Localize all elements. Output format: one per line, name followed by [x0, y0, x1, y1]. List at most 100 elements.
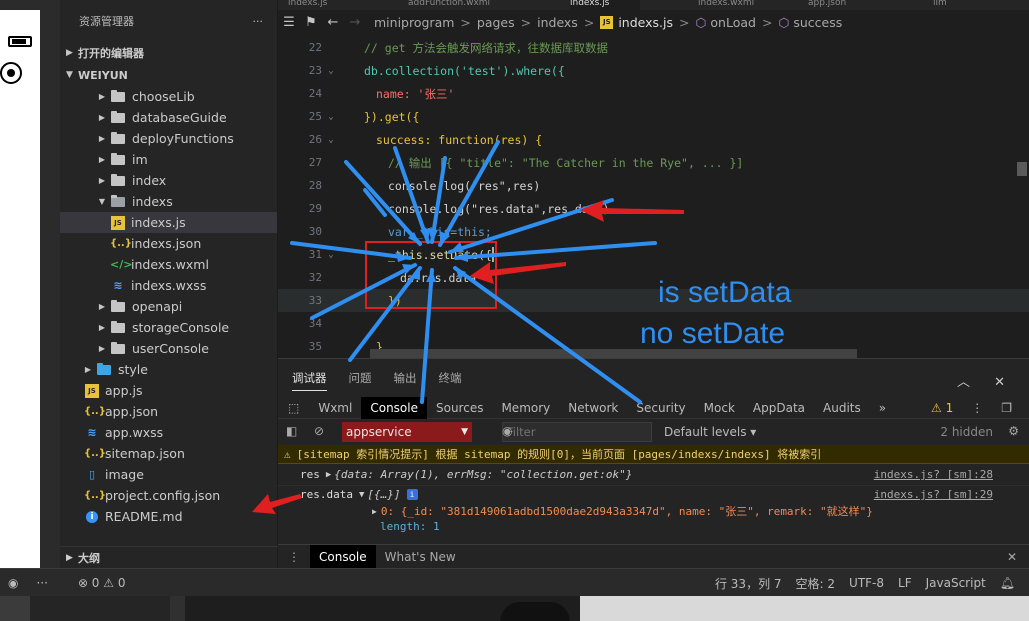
tree-folder[interactable]: ▶ userConsole — [60, 338, 277, 359]
drawer-menu-icon[interactable]: ⋮ — [278, 550, 310, 564]
code-line[interactable]: 24 name: '张三' — [278, 82, 1029, 105]
breadcrumb-item[interactable]: miniprogram — [374, 15, 454, 30]
console-log-row-expanded[interactable]: res.data ▼ [{…}] i indexs.js? [sm]:29 ▶ … — [278, 486, 1029, 533]
editor-tab-active[interactable]: indexs.js — [570, 0, 640, 10]
notification-bell-icon[interactable]: 🔔︎ — [1000, 576, 1015, 590]
code-line[interactable]: 27 // 输出 [{ "title": "The Catcher in the… — [278, 151, 1029, 174]
drawer-tab-whats-new[interactable]: What's New — [376, 545, 465, 569]
fold-chevron-icon[interactable]: ⌄ — [322, 66, 340, 76]
back-arrow-icon[interactable]: ← — [322, 15, 344, 30]
tab-sources[interactable]: Sources — [427, 397, 492, 419]
tree-folder[interactable]: ▼ indexs — [60, 191, 277, 212]
tree-file[interactable]: {..} app.json — [60, 401, 277, 422]
tab-problems[interactable]: 问题 — [349, 366, 372, 390]
tab-terminal[interactable]: 终端 — [439, 366, 462, 390]
code-line[interactable]: 23 ⌄ db.collection('test').where({ — [278, 59, 1029, 82]
tree-folder[interactable]: ▶ chooseLib — [60, 86, 277, 107]
sidebar-toggle-icon[interactable]: ◧ — [286, 424, 297, 438]
breadcrumb-item[interactable]: pages — [477, 15, 515, 30]
editor-tab[interactable]: lim — [933, 0, 963, 10]
fold-chevron-icon[interactable]: ⌄ — [322, 250, 340, 260]
inspect-element-icon[interactable]: ⬚ — [278, 397, 309, 419]
eye-icon[interactable]: ◉ — [502, 424, 512, 438]
tree-folder[interactable]: ▶ style — [60, 359, 277, 380]
code-line[interactable]: 30 var _this=this; — [278, 220, 1029, 243]
tree-file[interactable]: JS indexs.js — [60, 212, 277, 233]
tree-file[interactable]: {..} indexs.json — [60, 233, 277, 254]
simulator-screen[interactable] — [0, 10, 40, 570]
breadcrumb-item[interactable]: indexs — [537, 15, 578, 30]
drawer-tab-console[interactable]: Console — [310, 544, 376, 569]
editor-tab[interactable]: app.json — [808, 0, 868, 10]
code-line[interactable]: 25 ⌄ }).get({ — [278, 105, 1029, 128]
console-log-row[interactable]: res ▶ {data: Array(1), errMsg: "collecti… — [278, 464, 1029, 486]
tree-file[interactable]: ▯ image — [60, 464, 277, 485]
kebab-menu-icon[interactable]: ⋮ — [962, 397, 992, 419]
source-link[interactable]: indexs.js? [sm]:29 — [874, 488, 993, 501]
tree-folder[interactable]: ▶ databaseGuide — [60, 107, 277, 128]
close-icon[interactable]: ✕ — [994, 375, 1005, 390]
tab-mock[interactable]: Mock — [695, 397, 744, 419]
tab-console[interactable]: Console — [361, 396, 427, 419]
tree-folder[interactable]: ▶ index — [60, 170, 277, 191]
tab-security[interactable]: Security — [627, 397, 694, 419]
tree-folder[interactable]: ▶ im — [60, 149, 277, 170]
code-line[interactable]: 28 console.log("res",res) — [278, 174, 1029, 197]
editor-tab[interactable]: addFunction.wxml — [408, 0, 518, 10]
forward-arrow-icon[interactable]: → — [344, 15, 366, 30]
chevron-up-icon[interactable]: ︿ — [957, 375, 970, 390]
breadcrumb-item[interactable]: indexs.js — [618, 15, 673, 30]
indentation[interactable]: 空格: 2 — [796, 575, 836, 592]
context-select[interactable]: appservice ▼ — [342, 422, 472, 442]
tree-file[interactable]: ≋ indexs.wxss — [60, 275, 277, 296]
code-line[interactable]: 22 // get 方法会触发网络请求，往数据库取数据 — [278, 36, 1029, 59]
project-section[interactable]: ▼ WEIYUN — [60, 64, 277, 86]
expand-arrow-icon[interactable]: ▶ — [326, 470, 331, 480]
tab-audits[interactable]: Audits — [814, 397, 870, 419]
language-mode[interactable]: JavaScript — [926, 576, 986, 590]
tree-file[interactable]: </> indexs.wxml — [60, 254, 277, 275]
line-ending[interactable]: LF — [898, 576, 912, 590]
tab-output[interactable]: 输出 — [394, 366, 417, 390]
warning-count-badge[interactable]: ⚠ 1 — [922, 397, 962, 419]
tree-folder[interactable]: ▶ openapi — [60, 296, 277, 317]
error-warning-count[interactable]: ⊗ 0 ⚠ 0 — [78, 576, 126, 590]
tab-wxml[interactable]: Wxml — [309, 397, 361, 419]
tree-folder[interactable]: ▶ deployFunctions — [60, 128, 277, 149]
scrollbar-thumb[interactable] — [1017, 162, 1027, 176]
tree-file[interactable]: ≋ app.wxss — [60, 422, 277, 443]
tree-folder[interactable]: ▶ storageConsole — [60, 317, 277, 338]
capsule-record-icon[interactable] — [0, 62, 22, 84]
more-icon[interactable]: ··· — [36, 576, 47, 590]
code-line[interactable]: 26 ⌄ success: function(res) { — [278, 128, 1029, 151]
fold-chevron-icon[interactable]: ⌄ — [322, 112, 340, 122]
code-line[interactable]: 29 console.log("res.data",res.data) — [278, 197, 1029, 220]
breadcrumb-item[interactable]: onLoad — [710, 15, 756, 30]
undock-icon[interactable]: ❐ — [992, 397, 1021, 419]
clear-console-icon[interactable]: ⊘ — [314, 424, 324, 438]
list-icon[interactable]: ☰ — [278, 15, 300, 30]
tree-file[interactable]: {..} sitemap.json — [60, 443, 277, 464]
filter-input[interactable] — [502, 422, 652, 442]
close-icon[interactable]: ✕ — [1007, 550, 1017, 564]
bookmark-icon[interactable]: ⚑ — [300, 15, 322, 30]
tab-network[interactable]: Network — [559, 397, 627, 419]
log-levels-dropdown[interactable]: Default levels ▾ — [664, 425, 756, 439]
more-actions-icon[interactable]: ··· — [253, 15, 264, 28]
breadcrumb-item[interactable]: success — [793, 15, 842, 30]
expand-arrow-icon[interactable]: ▶ — [372, 507, 377, 516]
tree-file[interactable]: i README.md — [60, 506, 277, 527]
source-link[interactable]: indexs.js? [sm]:28 — [874, 468, 993, 481]
open-editors-section[interactable]: ▶ 打开的编辑器 — [60, 42, 277, 64]
tree-file[interactable]: JS app.js — [60, 380, 277, 401]
tab-memory[interactable]: Memory — [492, 397, 559, 419]
tab-appdata[interactable]: AppData — [744, 397, 814, 419]
more-tabs-icon[interactable]: » — [870, 397, 895, 419]
editor-tab[interactable]: indexs.wxml — [698, 0, 778, 10]
tree-file[interactable]: {..} project.config.json — [60, 485, 277, 506]
encoding[interactable]: UTF-8 — [849, 576, 884, 590]
cursor-position[interactable]: 行 33，列 7 — [715, 575, 782, 592]
outline-section[interactable]: ▶ 大纲 — [60, 546, 278, 568]
gear-icon[interactable]: ⚙ — [1008, 424, 1019, 438]
tab-debugger[interactable]: 调试器 — [292, 366, 327, 391]
